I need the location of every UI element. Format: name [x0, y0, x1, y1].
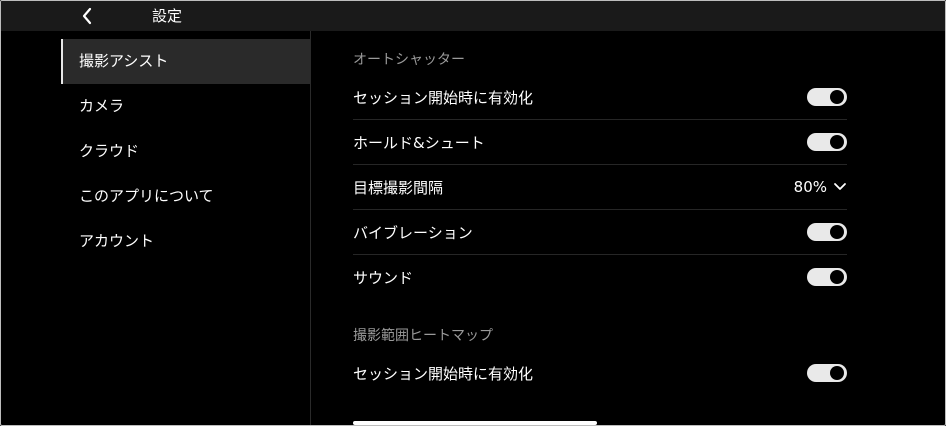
- setting-label: サウンド: [353, 268, 414, 287]
- setting-row-vibration: バイブレーション: [353, 210, 847, 255]
- toggle-knob: [830, 270, 844, 284]
- toggle-knob: [830, 366, 844, 380]
- sound-toggle[interactable]: [807, 268, 847, 286]
- sidebar-item-shooting-assist[interactable]: 撮影アシスト: [61, 39, 310, 84]
- setting-label: バイブレーション: [353, 223, 473, 242]
- section-title-heatmap: 撮影範囲ヒートマップ: [353, 328, 493, 344]
- page-title: 設定: [152, 7, 183, 25]
- setting-row-hold-and-shoot: ホールド&シュート: [353, 120, 847, 165]
- setting-row-heatmap-enable-on-session-start: セッション開始時に有効化: [353, 351, 847, 395]
- setting-label: 目標撮影間隔: [353, 178, 444, 197]
- setting-label: セッション開始時に有効化: [353, 88, 534, 107]
- setting-row-sound: サウンド: [353, 255, 847, 299]
- sidebar-item-label: このアプリについて: [79, 187, 214, 205]
- settings-content: オートシャッター セッション開始時に有効化 ホールド&シュート 目標撮影間隔 8…: [353, 45, 847, 395]
- sidebar-item-camera[interactable]: カメラ: [61, 84, 310, 129]
- sidebar-item-label: カメラ: [79, 97, 125, 115]
- target-interval-select[interactable]: 80%: [794, 178, 847, 196]
- chevron-left-icon: [81, 7, 93, 25]
- setting-label: ホールド&シュート: [353, 133, 485, 152]
- sidebar-item-account[interactable]: アカウント: [61, 219, 310, 264]
- target-interval-value: 80%: [793, 178, 827, 196]
- sidebar-item-label: クラウド: [79, 142, 140, 160]
- sidebar: 撮影アシスト カメラ クラウド このアプリについて アカウント: [61, 39, 310, 425]
- back-button[interactable]: [75, 3, 99, 29]
- settings-window: 設定 撮影アシスト カメラ クラウド このアプリについて アカウント オートシャ…: [0, 0, 946, 426]
- sidebar-divider: [310, 31, 311, 425]
- toggle-knob: [830, 225, 844, 239]
- heatmap-enable-toggle[interactable]: [807, 364, 847, 382]
- toggle-knob: [830, 90, 844, 104]
- top-bar: 設定: [1, 1, 945, 31]
- horizontal-scrollbar[interactable]: [353, 421, 597, 425]
- chevron-down-icon: [833, 182, 847, 192]
- section-title-auto-shutter: オートシャッター: [353, 52, 465, 68]
- sidebar-item-label: アカウント: [79, 232, 155, 250]
- setting-label: セッション開始時に有効化: [353, 364, 534, 383]
- sidebar-item-label: 撮影アシスト: [79, 52, 169, 70]
- vibration-toggle[interactable]: [807, 223, 847, 241]
- toggle-knob: [830, 135, 844, 149]
- setting-row-target-interval: 目標撮影間隔 80%: [353, 165, 847, 210]
- sidebar-item-about-app[interactable]: このアプリについて: [61, 174, 310, 219]
- sidebar-item-cloud[interactable]: クラウド: [61, 129, 310, 174]
- hold-and-shoot-toggle[interactable]: [807, 133, 847, 151]
- enable-on-session-start-toggle[interactable]: [807, 88, 847, 106]
- setting-row-enable-on-session-start: セッション開始時に有効化: [353, 75, 847, 120]
